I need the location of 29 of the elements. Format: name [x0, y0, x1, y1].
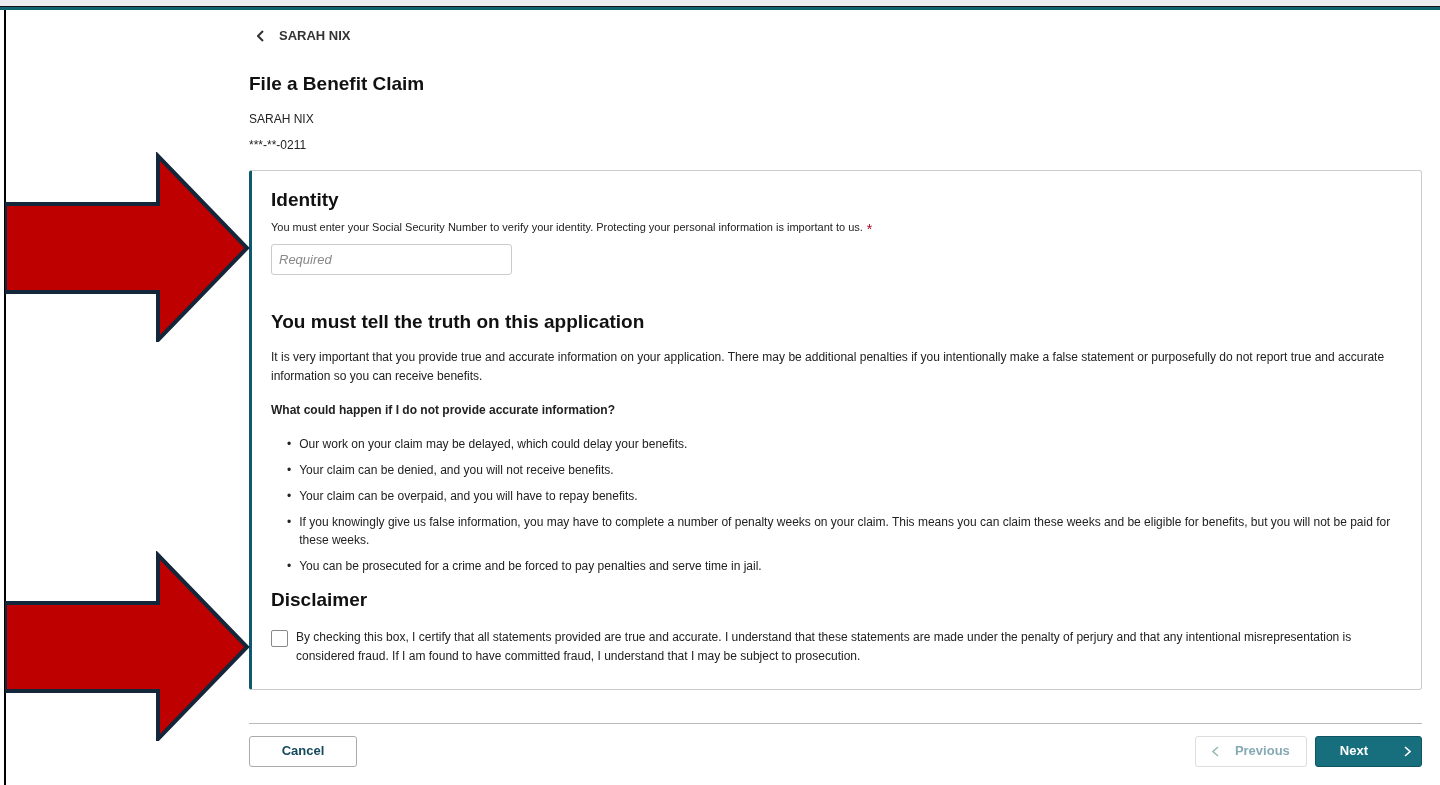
page-title: File a Benefit Claim	[249, 72, 426, 96]
chevron-left-icon	[1211, 745, 1219, 757]
bullet-text: Our work on your claim may be delayed, which could delay your benefits.	[299, 436, 688, 454]
section-heading: You must tell the truth on this application	[271, 311, 646, 335]
chevron-right-icon	[1404, 745, 1411, 757]
warning-paragraph: It is very important that you provide true and accurate information on your application. There may be additional penalties if you intentionally make a false statement or purposefully do not report true and accurate information so you can receive benefits.	[271, 349, 1386, 385]
bullet-marker: •	[287, 514, 292, 532]
section-heading: Identity	[271, 188, 340, 212]
next-button[interactable]: Next	[1314, 735, 1422, 767]
question-text: What could happen if I do not provide accurate information?	[271, 402, 616, 420]
back-link[interactable]: SARAH NIX	[257, 26, 351, 46]
bullet-text: If you knowingly give us false information, you may have to complete a number of penalty weeks on your claim. This means you can claim these weeks and be eligible for benefits, but you will not be paid for these weeks.	[299, 514, 1392, 550]
bullet-marker: •	[287, 462, 292, 480]
bullet-text: You can be prosecuted for a crime and be forced to pay penalties and serve time in jail.	[299, 558, 762, 576]
chevron-left-icon	[257, 29, 265, 42]
bullet-marker: •	[287, 488, 292, 506]
bullet-marker: •	[287, 436, 292, 454]
ssn-input-field[interactable]: Required	[271, 244, 512, 276]
required-mark: *	[866, 220, 873, 240]
disclaimer-text: By checking this box, I certify that all statements provided are true and accurate. I understand that these statements are made under the penalty of perjury and that any intentional misrepresentation is considered fraud. If I am found to have committed fraud, I understand that I may be subject to prosecution.	[296, 629, 1353, 666]
cancel-button[interactable]: Cancel	[249, 735, 357, 767]
disclaimer-checkbox[interactable]	[271, 630, 288, 648]
section-heading: Disclaimer	[271, 589, 369, 613]
claimant-name: SARAH NIX	[249, 110, 315, 128]
bullet-text: Your claim can be denied, and you will not receive benefits.	[299, 462, 614, 480]
field-prompt: You must enter your Social Security Number to verify your identity. Protecting your personal information is important to us.	[271, 220, 863, 236]
claimant-ssn: ***-**-0211	[249, 136, 308, 154]
bullet-text: Your claim can be overpaid, and you will have to repay benefits.	[299, 488, 638, 506]
bullet-marker: •	[287, 558, 292, 576]
